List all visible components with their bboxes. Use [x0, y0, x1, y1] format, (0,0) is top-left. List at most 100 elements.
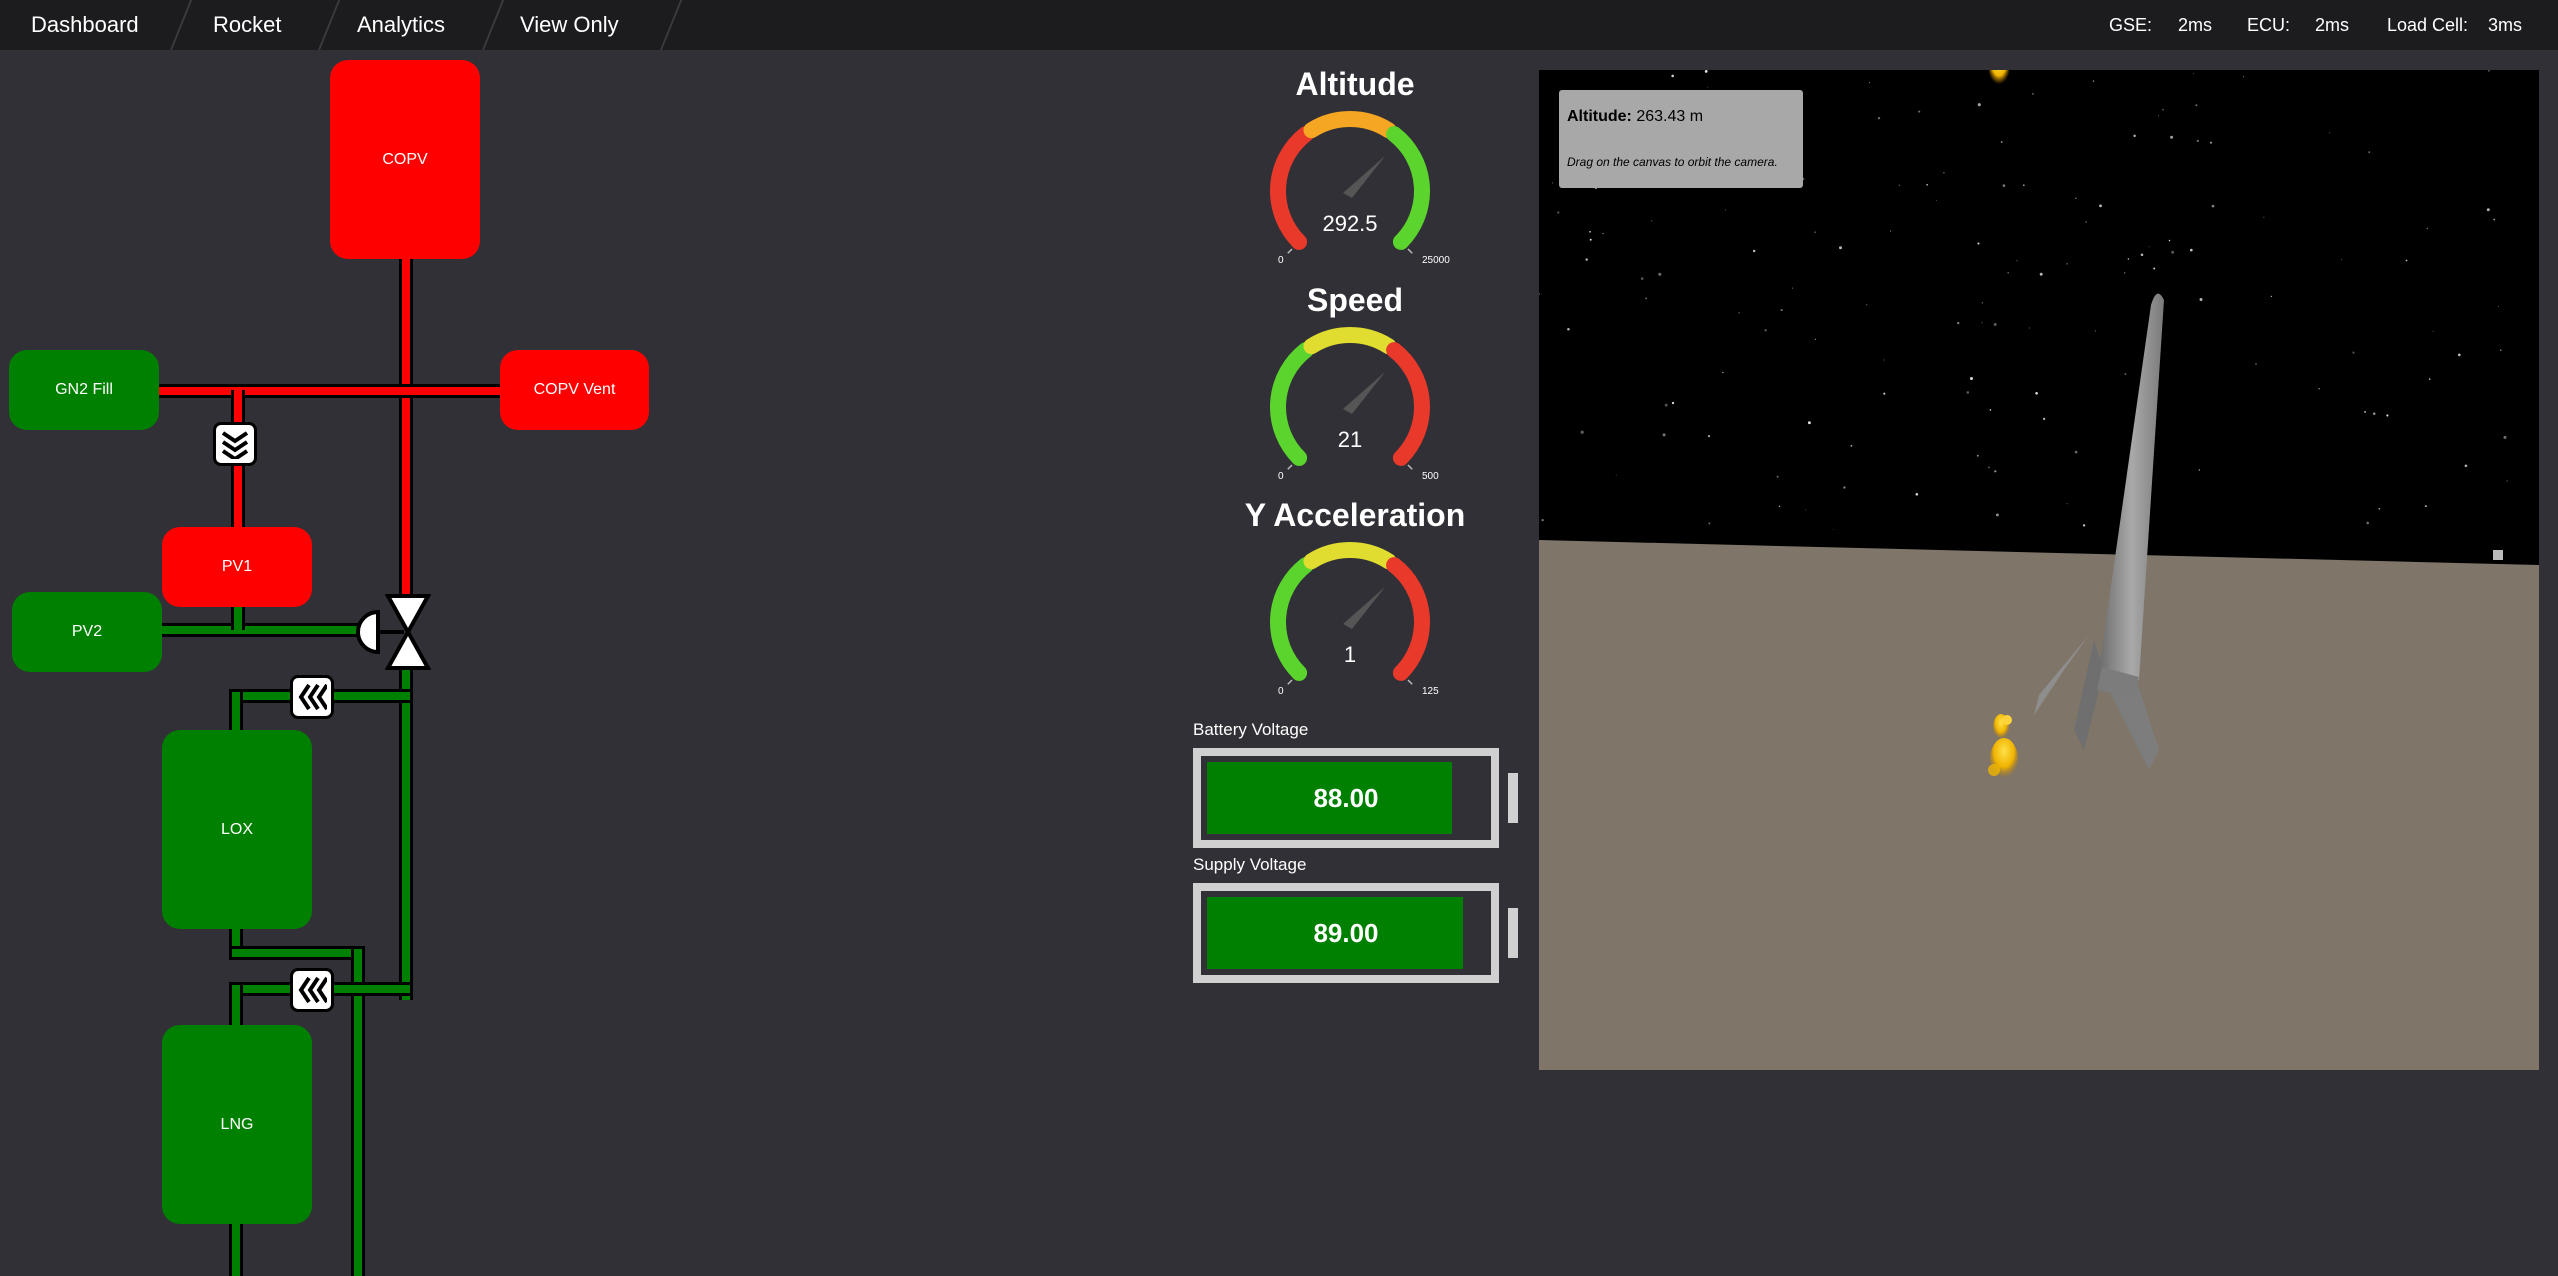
- star: [2366, 521, 2370, 525]
- star: [2198, 469, 2200, 471]
- tab-view-only[interactable]: View Only: [520, 0, 619, 50]
- load-cell-latency-value: 3ms: [2488, 15, 2523, 35]
- star: [2171, 250, 2175, 254]
- star: [2148, 246, 2150, 248]
- gse-latency-label: GSE:: [2109, 15, 2153, 35]
- star: [2499, 349, 2502, 352]
- lox-top-drop: [232, 692, 240, 734]
- star: [2195, 104, 2198, 107]
- star: [2085, 221, 2087, 223]
- battery-voltage-meter: 88.00: [1193, 748, 1499, 848]
- star: [1589, 238, 1592, 241]
- lng-check-valve[interactable]: [290, 968, 334, 1012]
- lox-outlet-line: [354, 949, 362, 1276]
- gauge-needle: [1343, 155, 1386, 198]
- star: [2341, 259, 2343, 261]
- star: [1987, 466, 1990, 469]
- gn2-header-line: [155, 387, 505, 395]
- star: [1807, 421, 1811, 425]
- y-acceleration-gauge-title: Y Acceleration: [1244, 497, 1466, 533]
- supply-voltage-meter: 89.00: [1193, 883, 1499, 983]
- star: [1850, 444, 1853, 447]
- star: [1969, 376, 1974, 381]
- gn2-fill-valve[interactable]: GN2 Fill: [9, 350, 159, 430]
- chevron-left-icon: [298, 976, 327, 1004]
- star: [1671, 401, 1675, 405]
- star: [1708, 522, 1711, 525]
- star: [2457, 353, 2461, 357]
- star: [1551, 182, 1553, 184]
- star: [1915, 493, 1919, 496]
- star: [1651, 220, 1653, 222]
- star: [2035, 391, 2038, 395]
- star: [1585, 258, 1588, 261]
- star: [2153, 267, 2156, 270]
- gauge-zone-arc: [1303, 327, 1397, 355]
- star: [1615, 474, 1617, 476]
- star: [2364, 410, 2367, 413]
- ground-plane: [1539, 540, 2539, 1070]
- ecu-latency-label: ECU:: [2247, 15, 2291, 35]
- star: [2318, 388, 2320, 390]
- gauge-zone-arc: [1386, 557, 1430, 681]
- lng-tank[interactable]: LNG: [162, 1025, 312, 1224]
- star: [1833, 528, 1834, 530]
- lng-label: LNG: [220, 1115, 254, 1133]
- supply-voltage-value: 89.00: [1313, 917, 1379, 948]
- tab-divider: [482, 0, 505, 50]
- star: [2405, 259, 2408, 262]
- pv1-valve[interactable]: PV1: [162, 527, 312, 607]
- copv-tank[interactable]: COPV: [330, 60, 480, 259]
- tab-dashboard[interactable]: Dashboard: [31, 0, 139, 50]
- star: [1936, 200, 1937, 202]
- star: [2263, 216, 2265, 218]
- supply-voltage-label: Supply Voltage: [1193, 855, 1307, 874]
- gauge-zone-arc: [1303, 542, 1397, 570]
- rocket-scene: [1539, 70, 2539, 1070]
- star: [1776, 475, 1779, 478]
- star: [2124, 373, 2127, 375]
- gauge-value-label: 1: [1344, 642, 1356, 667]
- star: [2066, 503, 2068, 505]
- star: [2486, 208, 2490, 212]
- main-actuated-valve-icon[interactable]: [352, 592, 432, 672]
- tab-divider: [170, 0, 193, 50]
- gauge-tick-mark: [1407, 248, 1413, 254]
- battery-voltage-value: 88.00: [1313, 782, 1379, 813]
- pv2-valve[interactable]: PV2: [12, 592, 162, 672]
- pv2-line: [155, 626, 370, 634]
- star: [1814, 338, 1816, 340]
- gauge-max-label: 125: [1422, 686, 1439, 697]
- tab-rocket[interactable]: Rocket: [213, 0, 281, 50]
- star: [2352, 351, 2355, 354]
- star: [2196, 139, 2200, 143]
- altitude-readout-value: 263.43 m: [1636, 108, 1704, 125]
- chevron-left-icon: [298, 683, 327, 711]
- copv-vent-valve[interactable]: COPV Vent: [500, 350, 649, 430]
- star: [1993, 323, 1997, 326]
- lox-check-valve[interactable]: [290, 675, 334, 719]
- star: [1814, 231, 1816, 233]
- gauge-min-label: 0: [1278, 471, 1284, 482]
- rocket-3d-canvas[interactable]: Altitude: 263.43 m Drag on the canvas to…: [1539, 70, 2539, 1070]
- star: [1671, 74, 1674, 78]
- copv-main-line: [402, 255, 410, 615]
- gn2-check-valve[interactable]: [213, 422, 257, 466]
- star: [1926, 184, 1928, 186]
- tab-divider: [318, 0, 341, 50]
- star: [2022, 184, 2025, 187]
- star: [2039, 272, 2043, 276]
- star: [1589, 230, 1591, 233]
- orbit-hint: Drag on the canvas to orbit the camera.: [1567, 155, 1778, 169]
- distant-marker: [2493, 550, 2503, 560]
- altitude-gauge-title: Altitude: [1295, 66, 1415, 102]
- gauge-tick-mark: [1407, 464, 1413, 470]
- ecu-latency-value: 2ms: [2315, 15, 2350, 35]
- lox-tank[interactable]: LOX: [162, 730, 312, 929]
- tab-analytics[interactable]: Analytics: [357, 0, 445, 50]
- gse-latency-value: 2ms: [2178, 15, 2213, 35]
- gauge-tick-mark: [1287, 679, 1293, 685]
- star: [2168, 239, 2171, 242]
- gauge-max-label: 500: [1422, 471, 1439, 482]
- y-acceleration-gauge: 1 0 125: [1270, 542, 1439, 697]
